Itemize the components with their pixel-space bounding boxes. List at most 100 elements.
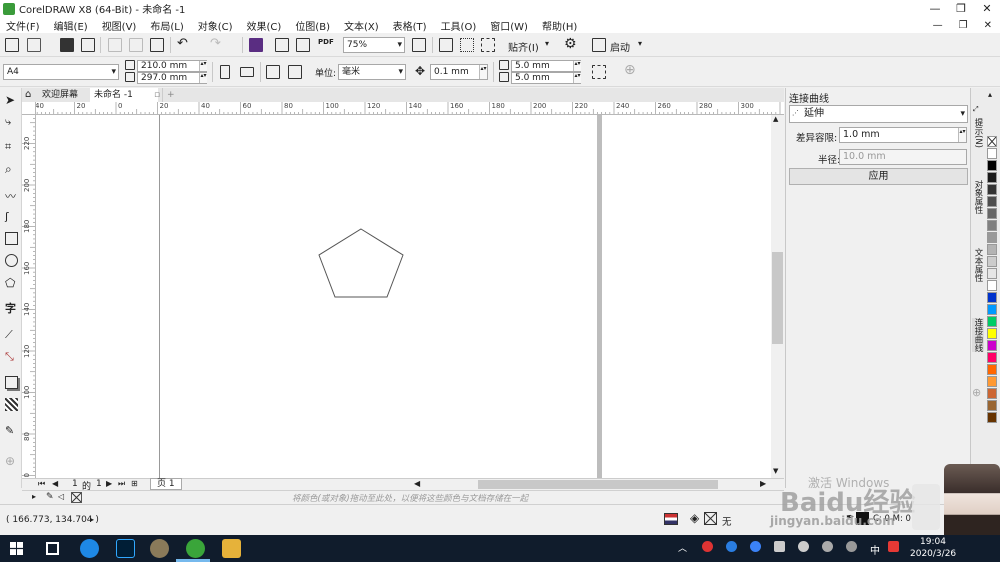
vertical-ruler[interactable]: 220200180160140120100806040 bbox=[22, 102, 36, 478]
add-page-icon[interactable]: ⊞ bbox=[131, 479, 138, 488]
page-size-select[interactable]: A4 bbox=[3, 64, 119, 80]
nudge-spinner[interactable]: ▴▾ bbox=[479, 65, 487, 79]
menu-effects[interactable]: 效果(C) bbox=[247, 18, 282, 33]
new-document-icon[interactable] bbox=[5, 38, 19, 52]
tray-app-icon-2[interactable] bbox=[726, 541, 737, 552]
color-swatch[interactable] bbox=[987, 160, 997, 171]
color-swatch[interactable] bbox=[987, 184, 997, 195]
prev-page-icon[interactable]: ◀ bbox=[52, 479, 58, 488]
show-grid-icon[interactable] bbox=[460, 38, 474, 52]
menu-table[interactable]: 表格(T) bbox=[393, 18, 427, 33]
full-screen-preview-icon[interactable] bbox=[412, 38, 426, 52]
menu-layout[interactable]: 布局(L) bbox=[150, 18, 183, 33]
eyedropper-tool-icon[interactable]: ✎ bbox=[5, 424, 18, 437]
add-docker-icon[interactable]: ⊕ bbox=[972, 386, 981, 399]
volume-icon[interactable] bbox=[846, 541, 857, 552]
save-icon[interactable] bbox=[60, 38, 74, 52]
zoom-level-select[interactable]: 75% bbox=[343, 37, 405, 53]
color-swatch[interactable] bbox=[987, 340, 997, 351]
snap-to-dropdown[interactable]: 贴齐(I) bbox=[508, 39, 539, 54]
color-swatch[interactable] bbox=[987, 148, 997, 159]
duplicate-x-input[interactable]: 5.0 mm bbox=[511, 60, 581, 72]
duplicate-x-spinner[interactable]: ▴▾ bbox=[573, 61, 581, 71]
palette-scroll-up-icon[interactable]: ▴ bbox=[988, 90, 992, 99]
landscape-icon[interactable] bbox=[240, 67, 254, 77]
restore-button[interactable]: ❐ bbox=[948, 0, 974, 17]
color-swatch[interactable] bbox=[987, 292, 997, 303]
tab-hints[interactable]: 提示(N) bbox=[972, 118, 984, 148]
tab-text-properties[interactable]: 文本属性 bbox=[972, 248, 984, 282]
tab-untitled-1[interactable]: 未命名 -1 bbox=[90, 88, 158, 102]
tray-app-icon-3[interactable] bbox=[774, 541, 785, 552]
add-tab-button[interactable]: + bbox=[162, 88, 179, 102]
add-tool-icon[interactable]: ⊕ bbox=[5, 454, 18, 468]
crop-tool-icon[interactable]: ⌗ bbox=[5, 140, 18, 153]
menu-object[interactable]: 对象(C) bbox=[198, 18, 233, 33]
color-swatch[interactable] bbox=[987, 364, 997, 375]
running-app-icon[interactable] bbox=[150, 539, 169, 558]
menu-tools[interactable]: 工具(O) bbox=[441, 18, 477, 33]
current-page-icon[interactable] bbox=[288, 65, 302, 79]
show-rulers-icon[interactable] bbox=[439, 38, 453, 52]
pick-tool-icon[interactable]: ➤ bbox=[5, 93, 18, 107]
home-icon[interactable]: ⌂ bbox=[25, 89, 31, 100]
palette-scroll-left-icon[interactable]: ◁ bbox=[58, 492, 64, 501]
no-color-swatch[interactable] bbox=[71, 492, 82, 503]
color-swatch[interactable] bbox=[987, 376, 997, 387]
color-swatch[interactable] bbox=[987, 316, 997, 327]
coreldraw-taskbar-icon[interactable] bbox=[186, 539, 205, 558]
color-swatch[interactable] bbox=[987, 244, 997, 255]
redo-icon[interactable]: ↷ bbox=[210, 36, 221, 51]
tolerance-input[interactable]: 1.0 mm bbox=[839, 127, 967, 143]
color-swatch[interactable] bbox=[987, 304, 997, 315]
polygon-tool-icon[interactable]: ⬠ bbox=[5, 276, 18, 290]
shape-tool-icon[interactable]: ⤷ bbox=[5, 115, 18, 128]
color-swatch[interactable] bbox=[987, 388, 997, 399]
eyedropper-icon[interactable]: ✎ bbox=[46, 492, 54, 502]
ellipse-tool-icon[interactable] bbox=[5, 254, 18, 267]
search-content-icon[interactable] bbox=[249, 38, 263, 52]
copy-icon[interactable] bbox=[129, 38, 143, 52]
color-swatch[interactable] bbox=[987, 352, 997, 363]
launch-icon[interactable] bbox=[592, 38, 606, 52]
horizontal-scroll-thumb[interactable] bbox=[478, 480, 718, 489]
cut-icon[interactable] bbox=[108, 38, 122, 52]
photoshop-app-icon[interactable] bbox=[116, 539, 135, 558]
status-arrow-icon[interactable]: ▸ bbox=[90, 515, 94, 524]
menu-bitmaps[interactable]: 位图(B) bbox=[295, 18, 330, 33]
transparency-tool-icon[interactable] bbox=[5, 398, 18, 411]
tray-expand-icon[interactable]: ︿ bbox=[678, 541, 687, 554]
show-guidelines-icon[interactable] bbox=[481, 38, 495, 52]
doc-minimize-button[interactable]: — bbox=[933, 20, 943, 31]
color-swatch[interactable] bbox=[987, 400, 997, 411]
undo-icon[interactable]: ↶ bbox=[177, 36, 188, 51]
artistic-media-icon[interactable]: ʃ bbox=[5, 210, 18, 223]
menu-file[interactable]: 文件(F) bbox=[6, 18, 40, 33]
page-tab-1[interactable]: 页 1 bbox=[150, 478, 182, 490]
paste-icon[interactable] bbox=[150, 38, 164, 52]
import-icon[interactable] bbox=[275, 38, 289, 52]
publish-pdf-icon[interactable]: PDF bbox=[318, 38, 334, 46]
menu-edit[interactable]: 编辑(E) bbox=[54, 18, 88, 33]
scroll-right-icon[interactable]: ▶ bbox=[760, 479, 766, 488]
gear-icon[interactable]: ⚙ bbox=[564, 36, 577, 52]
ime-indicator[interactable]: 中 bbox=[870, 542, 880, 557]
scroll-up-icon[interactable]: ▲ bbox=[773, 115, 778, 123]
task-view-icon[interactable] bbox=[46, 542, 59, 555]
color-swatch[interactable] bbox=[987, 208, 997, 219]
radius-input[interactable]: 10.0 mm bbox=[839, 149, 967, 165]
portrait-icon[interactable] bbox=[220, 65, 230, 79]
horizontal-ruler[interactable]: 4020020406080100120140160180200220240260… bbox=[36, 102, 784, 115]
all-pages-icon[interactable] bbox=[266, 65, 280, 79]
color-proofing-icon[interactable] bbox=[664, 513, 678, 525]
menu-text[interactable]: 文本(X) bbox=[344, 18, 379, 33]
dimension-tool-icon[interactable]: ⟋ bbox=[5, 328, 18, 341]
ruler-origin[interactable] bbox=[22, 102, 36, 115]
freehand-tool-icon[interactable]: 〰 bbox=[5, 188, 18, 203]
clock-time[interactable]: 19:04 bbox=[920, 537, 946, 547]
network-icon[interactable] bbox=[822, 541, 833, 552]
menu-view[interactable]: 视图(V) bbox=[102, 18, 137, 33]
color-swatch[interactable] bbox=[987, 232, 997, 243]
duplicate-y-input[interactable]: 5.0 mm bbox=[511, 72, 581, 84]
export-icon[interactable] bbox=[296, 38, 310, 52]
